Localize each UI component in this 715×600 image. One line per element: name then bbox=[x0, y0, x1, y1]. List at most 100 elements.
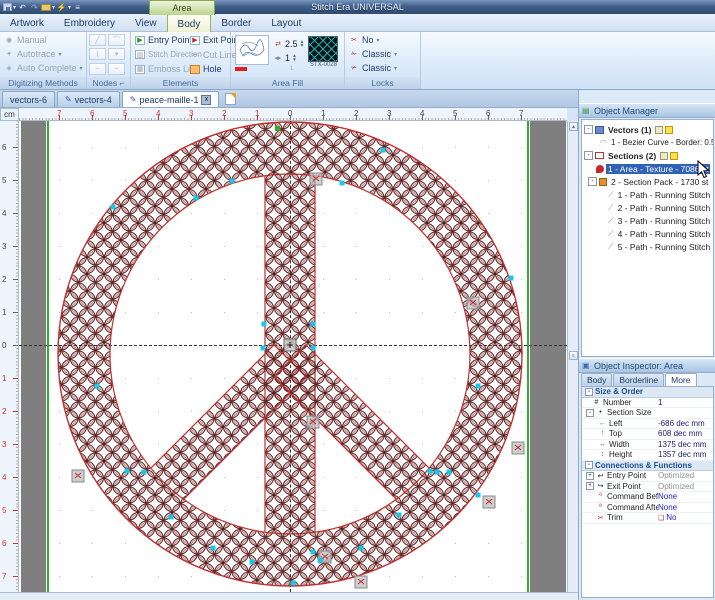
section-connections[interactable]: -Connections & Functions bbox=[582, 461, 713, 472]
fill-color-swatch[interactable] bbox=[235, 67, 247, 71]
edit-node[interactable] bbox=[311, 322, 316, 327]
fill-repeat-field[interactable]: ◂▸ 1 ▲▼ bbox=[273, 51, 304, 64]
stitch-group-marker[interactable] bbox=[72, 470, 84, 482]
stitch-group-marker[interactable] bbox=[307, 416, 319, 428]
tab-view[interactable]: View bbox=[125, 14, 167, 32]
edit-node[interactable] bbox=[311, 346, 316, 351]
prop-section-size[interactable]: -•Section Size bbox=[582, 408, 713, 419]
vertical-scrollbar[interactable]: ▲ ≡ bbox=[567, 121, 578, 592]
doc-tab-vectors-6[interactable]: vectors-6 bbox=[2, 91, 55, 107]
node-curve-button[interactable]: ⌒ bbox=[108, 34, 125, 46]
edit-node[interactable] bbox=[340, 181, 345, 186]
stitch-group-marker[interactable] bbox=[467, 297, 479, 309]
lock-trim-dropdown[interactable]: ✂ No▾ bbox=[345, 33, 420, 47]
tree-item-sections[interactable]: - Sections (2) bbox=[582, 149, 713, 162]
doc-tab-peace-maille-1[interactable]: ✎ peace-maille-1 x bbox=[122, 91, 220, 107]
emboss-line-button[interactable]: ▦ Emboss Line bbox=[131, 62, 186, 76]
close-tab-icon[interactable]: x bbox=[201, 95, 211, 105]
doc-tab-vectors-4[interactable]: ✎ vectors-4 bbox=[57, 91, 120, 107]
edit-node[interactable] bbox=[509, 276, 514, 281]
tab-body[interactable]: Body bbox=[167, 14, 212, 32]
prop-width[interactable]: ↔Width 1375 dec mm bbox=[582, 440, 713, 451]
save-dropdown-icon[interactable]: ▾ bbox=[13, 4, 16, 11]
prop-left[interactable]: ←Left -686 dec mm bbox=[582, 419, 713, 430]
design-canvas[interactable] bbox=[19, 121, 567, 592]
horizontal-scrollbar[interactable] bbox=[0, 592, 578, 600]
edit-node[interactable] bbox=[359, 546, 364, 551]
stitch-group-marker[interactable] bbox=[512, 442, 524, 454]
prop-trim[interactable]: ✂Trim ❏ No bbox=[582, 513, 713, 524]
compensation-icon[interactable]: ᴸ bbox=[287, 65, 297, 74]
lock-highlight-icon[interactable] bbox=[670, 152, 678, 160]
edit-node[interactable] bbox=[381, 148, 386, 153]
edit-node[interactable] bbox=[194, 196, 199, 201]
power-dropdown-icon[interactable]: ▾ bbox=[68, 4, 71, 11]
edit-node[interactable] bbox=[125, 469, 130, 474]
inspector-tab-body[interactable]: Body bbox=[581, 373, 612, 386]
stitch-group-marker[interactable] bbox=[310, 173, 322, 185]
edit-node[interactable] bbox=[428, 469, 433, 474]
stitch-direction-button[interactable]: ▥ Stitch Direction bbox=[131, 48, 186, 62]
tree-item-path-1[interactable]: ⟋ 1 - Path - Running Stitch bbox=[582, 188, 713, 201]
peace-sign-design[interactable] bbox=[19, 121, 567, 592]
inspector-tab-more[interactable]: More bbox=[665, 373, 696, 386]
open-icon[interactable] bbox=[41, 4, 51, 11]
tree-item-area-texture[interactable]: 1 - Area - Texture - 7086 st bbox=[582, 162, 713, 175]
tree-item-section-pack[interactable]: - 2 - Section Pack - 1730 st bbox=[582, 175, 713, 188]
fill-spacing-field[interactable]: ⇄ 2.5 ▲▼ bbox=[273, 37, 304, 50]
tree-item-path-5[interactable]: ⟋ 5 - Path - Running Stitch bbox=[582, 240, 713, 253]
tree-item-path-2[interactable]: ⟋ 2 - Path - Running Stitch bbox=[582, 201, 713, 214]
tree-item-path-3[interactable]: ⟋ 3 - Path - Running Stitch bbox=[582, 214, 713, 227]
scroll-up-icon[interactable]: ▲ bbox=[569, 122, 578, 131]
autotrace-button[interactable]: ✦ Autotrace▾ bbox=[0, 47, 86, 61]
tab-border[interactable]: Border bbox=[211, 14, 261, 32]
stitch-group-marker[interactable] bbox=[483, 496, 495, 508]
collapse-icon[interactable]: - bbox=[584, 125, 593, 134]
prop-number[interactable]: #Number 1 bbox=[582, 398, 713, 409]
manual-button[interactable]: ◉ Manual bbox=[0, 33, 86, 47]
edit-node[interactable] bbox=[250, 560, 255, 565]
collapse-icon[interactable]: - bbox=[584, 151, 593, 160]
lock-icon[interactable] bbox=[655, 126, 663, 134]
repeat-spinner[interactable]: ▲▼ bbox=[292, 54, 297, 62]
edit-node[interactable] bbox=[311, 550, 316, 555]
prop-entry-point[interactable]: +↩Entry Point Optimized bbox=[582, 471, 713, 482]
node-arc-button[interactable]: ⌢ bbox=[89, 63, 106, 75]
new-document-icon[interactable] bbox=[225, 93, 236, 105]
prop-command-after[interactable]: ªCommand After Sec None bbox=[582, 503, 713, 514]
edit-node[interactable] bbox=[142, 470, 147, 475]
undo-icon[interactable]: ↶ bbox=[17, 2, 28, 12]
spacing-spinner[interactable]: ▲▼ bbox=[300, 40, 305, 48]
edit-node[interactable] bbox=[447, 470, 452, 475]
stitch-group-marker[interactable] bbox=[355, 576, 367, 588]
save-icon[interactable] bbox=[3, 3, 12, 11]
tree-item-path-4[interactable]: ⟋ 4 - Path - Running Stitch bbox=[582, 227, 713, 240]
lock-tieoff-dropdown[interactable]: ✃ Classic▾ bbox=[345, 61, 420, 75]
edit-node[interactable] bbox=[476, 384, 481, 389]
lock-highlight-icon[interactable] bbox=[665, 126, 673, 134]
section-size-order[interactable]: -Size & Order bbox=[582, 387, 713, 398]
tab-embroidery[interactable]: Embroidery bbox=[54, 14, 125, 32]
lock-tiein-dropdown[interactable]: ✁ Classic▾ bbox=[345, 47, 420, 61]
edit-node[interactable] bbox=[291, 581, 296, 586]
entry-node[interactable] bbox=[275, 126, 280, 131]
edit-node[interactable] bbox=[95, 384, 100, 389]
edit-node[interactable] bbox=[476, 493, 481, 498]
node-type-dropdown[interactable]: ▾ bbox=[108, 48, 125, 60]
nodes-dialog-launcher-icon[interactable]: ⌐ bbox=[119, 78, 124, 88]
edit-node[interactable] bbox=[261, 346, 266, 351]
tab-layout[interactable]: Layout bbox=[261, 14, 311, 32]
exit-point-button[interactable]: ▶ Exit Point bbox=[186, 33, 231, 47]
fill-preview[interactable] bbox=[235, 35, 269, 77]
edit-node[interactable] bbox=[169, 515, 174, 520]
redo-icon[interactable]: ↷ bbox=[29, 2, 40, 12]
node-type-button[interactable]: ⟨ bbox=[89, 48, 106, 60]
edit-node[interactable] bbox=[397, 513, 402, 518]
lock-icon[interactable] bbox=[660, 152, 668, 160]
object-manager-header[interactable]: ▤ Object Manager bbox=[579, 103, 715, 118]
texture-swatch[interactable] bbox=[308, 36, 338, 62]
edit-node[interactable] bbox=[435, 470, 440, 475]
prop-exit-point[interactable]: +↪Exit Point Optimized bbox=[582, 482, 713, 493]
edit-node[interactable] bbox=[211, 546, 216, 551]
object-inspector-header[interactable]: ▣ Object Inspector: Area bbox=[579, 358, 715, 373]
